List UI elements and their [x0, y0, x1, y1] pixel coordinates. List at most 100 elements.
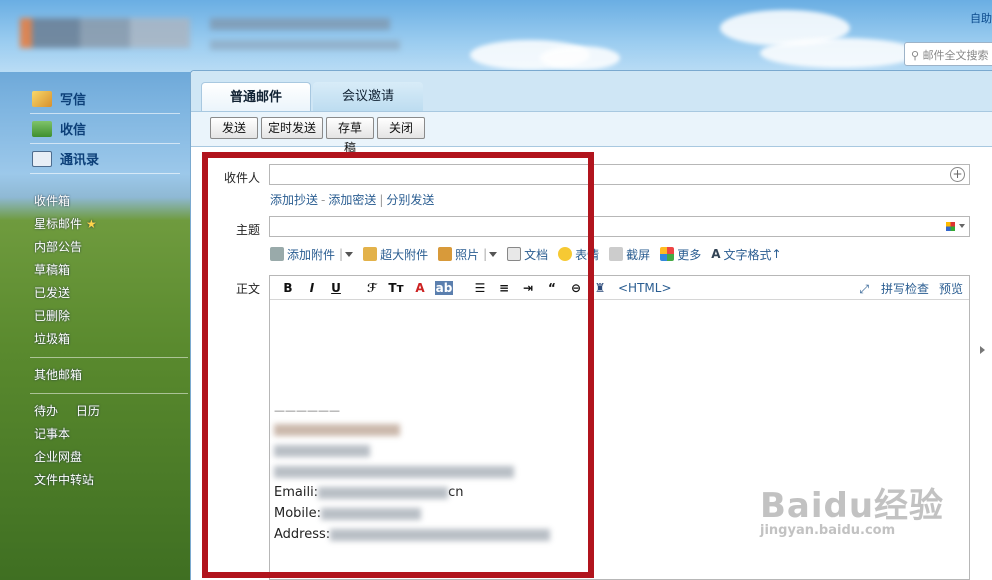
align-icon[interactable]: ☰ — [468, 281, 492, 295]
folder-sent[interactable]: 已发送 — [34, 282, 184, 305]
underline-button[interactable]: U — [324, 281, 348, 295]
todo-link[interactable]: 待办 — [34, 404, 58, 418]
emoji-button[interactable]: 表情 — [558, 246, 599, 263]
to-field[interactable]: + — [269, 164, 970, 185]
document-icon — [507, 247, 522, 261]
compose-toolbar: 发送 定时发送 存草稿 关闭 — [191, 111, 992, 155]
signature-name — [274, 419, 550, 440]
email-label: Emaili: — [274, 485, 319, 500]
chevron-right-icon[interactable] — [980, 346, 985, 354]
main-nav: 写信 收信 通讯录 — [30, 84, 180, 174]
subject-field[interactable] — [269, 216, 970, 237]
folder-inbox[interactable]: 收件箱 — [34, 190, 184, 213]
quote-icon[interactable]: “ — [540, 281, 564, 295]
todo-calendar-row: 待办 日历 — [34, 400, 184, 423]
screenshot-button[interactable]: 截屏 — [609, 246, 650, 263]
indent-icon[interactable]: ⇥ — [516, 281, 540, 295]
signature-company — [274, 440, 550, 461]
to-label: 收件人 — [223, 171, 260, 185]
preview-link[interactable]: 预览 — [939, 282, 963, 296]
font-color-icon[interactable]: A — [408, 281, 432, 295]
redacted-mobile — [321, 507, 422, 520]
add-bcc-link[interactable]: 添加密送 — [328, 193, 376, 207]
link-icon[interactable]: ⊖ — [564, 281, 588, 295]
subject-color-icon[interactable] — [946, 222, 955, 231]
account-email — [210, 40, 400, 50]
html-mode-link[interactable]: <HTML> — [618, 281, 672, 295]
italic-button[interactable]: I — [300, 281, 324, 295]
text-format-button[interactable]: A 文字格式 ↑ — [711, 246, 781, 263]
photo-button[interactable]: 照片 — [438, 246, 479, 263]
receive-link[interactable]: 收信 — [30, 114, 180, 144]
spellcheck-link[interactable]: 拼写检查 — [881, 282, 929, 296]
search-input[interactable]: ⚲ 邮件全文搜索 — [904, 42, 992, 66]
add-contact-icon[interactable]: + — [950, 167, 965, 182]
compose-link[interactable]: 写信 — [30, 84, 180, 114]
inbox-download-icon — [32, 120, 52, 137]
large-paperclip-icon — [363, 247, 378, 261]
file-transfer-link[interactable]: 文件中转站 — [34, 469, 184, 492]
photo-icon — [438, 247, 453, 261]
top-link[interactable]: 自助 — [970, 10, 992, 26]
more-grid-icon — [660, 247, 675, 261]
redacted-name — [274, 423, 400, 436]
add-attachment-button[interactable]: 添加附件 — [270, 246, 335, 263]
clear-format-icon[interactable]: ℱ — [360, 281, 384, 295]
separate-send-link[interactable]: 分别发送 — [386, 193, 434, 207]
folder-starred[interactable]: 星标邮件 ★ — [34, 213, 184, 236]
recipient-links: 添加抄送 - 添加密送 | 分别发送 — [270, 191, 434, 208]
folder-spam[interactable]: 垃圾箱 — [34, 328, 184, 351]
contacts-link[interactable]: 通讯录 — [30, 144, 180, 174]
more-button[interactable]: 更多 — [660, 246, 701, 263]
save-draft-button[interactable]: 存草稿 — [326, 117, 374, 155]
smiley-icon — [558, 247, 573, 261]
divider — [30, 357, 188, 358]
large-attachment-button[interactable]: 超大附件 — [363, 246, 428, 263]
document-label: 文档 — [524, 247, 549, 262]
expand-icon[interactable]: ⤢ — [859, 282, 869, 296]
signature-mobile: Mobile: — [274, 503, 550, 524]
contacts-label: 通讯录 — [60, 153, 100, 168]
editor-right-tools: ⤢ 拼写检查 预览 — [859, 280, 963, 297]
more-label: 更多 — [677, 247, 702, 262]
text-format-label: 文字格式 — [723, 247, 772, 262]
link-separator: | — [379, 193, 384, 207]
email-tail: cn — [448, 485, 464, 500]
body-label: 正文 — [235, 282, 260, 296]
bold-button[interactable]: B — [276, 281, 300, 295]
notepad-link[interactable]: 记事本 — [34, 423, 184, 446]
tab-meeting-invite[interactable]: 会议邀请 — [313, 82, 423, 112]
attachment-toolbar: 添加附件 | 超大附件 照片 | 文档 表情 截屏 更多 A 文字格式 ↑ — [270, 244, 792, 264]
signature-block: —————— Emaili: cn Mobile: Address: — [274, 400, 551, 545]
highlight-color-icon[interactable]: ab — [435, 280, 453, 295]
sidebar: 写信 收信 通讯录 收件箱 星标邮件 ★ 内部公告 草稿箱 已发送 已删除 垃圾箱… — [0, 72, 188, 580]
list-icon[interactable]: ≡ — [492, 281, 516, 295]
font-size-icon[interactable]: Tт — [384, 281, 408, 295]
link-separator: - — [321, 193, 326, 207]
folder-deleted[interactable]: 已删除 — [34, 305, 184, 328]
other-mailbox-link[interactable]: 其他邮箱 — [34, 364, 184, 387]
chevron-down-icon[interactable] — [959, 224, 965, 228]
tab-normal-mail[interactable]: 普通邮件 — [201, 82, 311, 112]
scheduled-send-button[interactable]: 定时发送 — [261, 117, 323, 139]
folder-drafts[interactable]: 草稿箱 — [34, 259, 184, 282]
tabs-bar: 普通邮件 会议邀请 发送 定时发送 存草稿 关闭 — [191, 71, 992, 155]
subject-label: 主题 — [235, 223, 260, 237]
close-button[interactable]: 关闭 — [377, 117, 425, 139]
compose-icon — [32, 90, 52, 107]
send-button[interactable]: 发送 — [210, 117, 258, 139]
redacted-address — [330, 528, 551, 541]
calendar-link[interactable]: 日历 — [76, 404, 100, 418]
account-name — [210, 18, 390, 30]
chevron-down-icon[interactable] — [489, 251, 498, 257]
netdisk-link[interactable]: 企业网盘 — [34, 446, 184, 469]
header-banner: 自助 ⚲ 邮件全文搜索 — [0, 0, 992, 72]
document-button[interactable]: 文档 — [507, 246, 548, 263]
add-cc-link[interactable]: 添加抄送 — [270, 193, 318, 207]
folder-list: 收件箱 星标邮件 ★ 内部公告 草稿箱 已发送 已删除 垃圾箱 其他邮箱 待办 日… — [30, 190, 188, 492]
large-attachment-label: 超大附件 — [380, 247, 429, 262]
chevron-down-icon[interactable] — [345, 251, 354, 257]
paint-bucket-icon[interactable]: ♜ — [588, 281, 612, 295]
folder-announcements[interactable]: 内部公告 — [34, 236, 184, 259]
photo-label: 照片 — [455, 247, 480, 262]
